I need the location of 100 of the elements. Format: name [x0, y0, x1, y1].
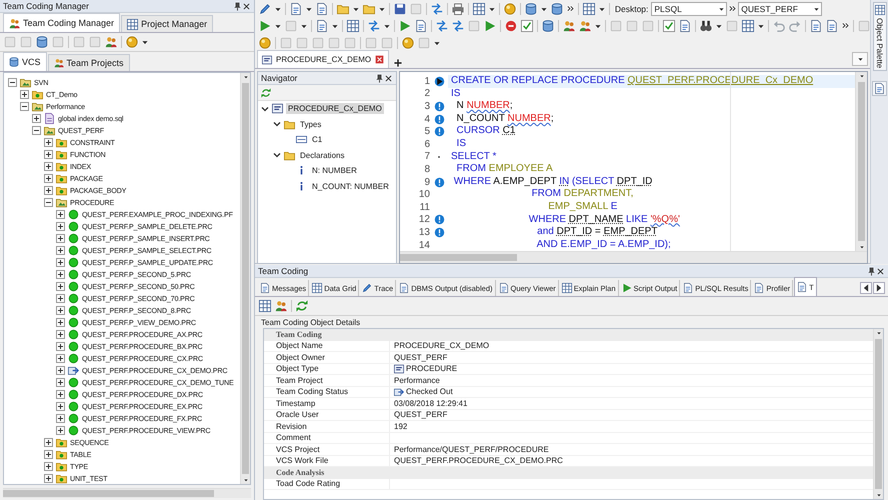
expander-icon[interactable]	[44, 474, 53, 482]
document-icon[interactable]	[679, 20, 691, 32]
expander-icon[interactable]	[44, 198, 53, 206]
play-icon[interactable]	[484, 20, 496, 32]
tree-item[interactable]: PROCEDURE_Cx_DEMO	[286, 103, 384, 114]
expander-icon[interactable]	[32, 114, 41, 122]
editor-tab[interactable]: PROCEDURE_CX_DEMO	[257, 50, 390, 68]
scrollbar[interactable]	[400, 251, 867, 264]
database-icon[interactable]	[551, 2, 563, 14]
desktop-dropdown[interactable]: PLSQL	[651, 2, 728, 16]
expander-icon[interactable]	[44, 450, 53, 458]
pin-icon[interactable]	[867, 266, 876, 276]
scrollbar[interactable]	[873, 329, 883, 499]
panel-tab[interactable]: VCS	[3, 52, 47, 71]
expander-icon[interactable]	[56, 366, 65, 374]
pen-icon[interactable]	[259, 2, 271, 14]
database-icon[interactable]	[542, 20, 554, 32]
panel-tab[interactable]: Team Projects	[48, 54, 130, 71]
plus-icon[interactable]	[393, 58, 404, 68]
chevron-icon[interactable]	[273, 151, 281, 160]
scrollbar[interactable]	[240, 73, 250, 484]
expander-icon[interactable]	[56, 246, 65, 254]
document-icon[interactable]	[415, 20, 427, 32]
expander-icon[interactable]	[56, 222, 65, 230]
expander-icon[interactable]	[56, 294, 65, 302]
expander-icon[interactable]	[44, 150, 53, 158]
document-icon[interactable]	[810, 20, 822, 32]
people-icon[interactable]	[563, 20, 575, 32]
expander-icon[interactable]	[56, 378, 65, 386]
document-icon[interactable]	[316, 2, 328, 14]
expander-icon[interactable]	[44, 162, 53, 170]
grid-icon[interactable]	[259, 300, 271, 312]
refresh-icon[interactable]	[296, 300, 308, 312]
stop-icon[interactable]	[505, 20, 517, 32]
expander-icon[interactable]	[56, 258, 65, 266]
folder-icon[interactable]	[363, 2, 375, 14]
grid-icon[interactable]	[473, 2, 485, 14]
expander-icon[interactable]	[44, 438, 53, 446]
orb-icon[interactable]	[259, 36, 271, 48]
people-icon[interactable]	[275, 300, 287, 312]
close-icon[interactable]	[375, 55, 384, 64]
right-arrow-icon[interactable]	[874, 283, 884, 293]
expander-icon[interactable]	[32, 126, 41, 134]
expander-icon[interactable]	[56, 342, 65, 350]
play-icon[interactable]	[399, 20, 411, 32]
expander-icon[interactable]	[56, 306, 65, 314]
document-icon[interactable]	[874, 83, 885, 94]
expander-icon[interactable]	[44, 174, 53, 182]
expander-icon[interactable]	[56, 270, 65, 278]
connection-dropdown[interactable]: QUEST_PERF	[738, 2, 822, 16]
document-icon[interactable]	[290, 2, 302, 14]
expander-icon[interactable]	[56, 330, 65, 338]
expander-icon[interactable]	[56, 414, 65, 422]
tree-item[interactable]: N: NUMBER	[310, 165, 359, 176]
object-palette-tab[interactable]: Object Palette	[872, 2, 886, 72]
expander-icon[interactable]	[44, 186, 53, 194]
orb-icon[interactable]	[402, 36, 414, 48]
expander-icon[interactable]	[56, 426, 65, 434]
expander-icon[interactable]	[44, 462, 53, 470]
grid-icon[interactable]	[347, 20, 359, 32]
tree-item[interactable]: N_COUNT: NUMBER	[310, 180, 391, 192]
people-icon[interactable]	[579, 20, 591, 32]
play-icon[interactable]	[259, 20, 271, 32]
folder-icon[interactable]	[337, 2, 349, 14]
orb-icon[interactable]	[126, 36, 138, 48]
pin-icon[interactable]	[375, 74, 384, 82]
expander-icon[interactable]	[20, 90, 29, 98]
document-icon[interactable]	[826, 20, 838, 32]
expander-icon[interactable]	[56, 354, 65, 362]
arrows-icon[interactable]	[436, 20, 448, 32]
pin-icon[interactable]	[233, 2, 242, 10]
expander-icon[interactable]	[56, 210, 65, 218]
chevron-icon[interactable]	[261, 104, 269, 113]
arrows-icon[interactable]	[368, 20, 380, 32]
binoculars-icon[interactable]	[700, 20, 712, 32]
close-icon[interactable]	[242, 2, 251, 10]
document-icon[interactable]	[316, 20, 328, 32]
tree-item[interactable]: Types	[298, 118, 324, 130]
people-icon[interactable]	[105, 36, 117, 48]
panel-tab[interactable]: Project Manager	[121, 15, 214, 32]
scrollbar[interactable]	[3, 488, 251, 498]
database-icon[interactable]	[36, 36, 48, 48]
expander-icon[interactable]	[8, 78, 17, 86]
arrows-icon[interactable]	[452, 20, 464, 32]
checklist-icon[interactable]	[663, 20, 675, 32]
refresh-icon[interactable]	[261, 88, 271, 98]
checklist-icon[interactable]	[521, 20, 533, 32]
arrows-icon[interactable]	[431, 2, 443, 14]
expander-icon[interactable]	[44, 138, 53, 146]
panel-tab[interactable]: Team Coding Manager	[3, 13, 120, 32]
grid-icon[interactable]	[582, 2, 595, 14]
printer-icon[interactable]	[452, 2, 464, 14]
left-arrow-icon[interactable]	[861, 283, 871, 293]
expander-icon[interactable]	[56, 234, 65, 242]
tree-item[interactable]: C1	[310, 134, 324, 146]
expander-icon[interactable]	[56, 318, 65, 326]
close-icon[interactable]	[384, 74, 393, 82]
tree-item[interactable]: Declarations	[298, 150, 346, 161]
expander-icon[interactable]	[56, 402, 65, 410]
expander-icon[interactable]	[20, 102, 29, 110]
